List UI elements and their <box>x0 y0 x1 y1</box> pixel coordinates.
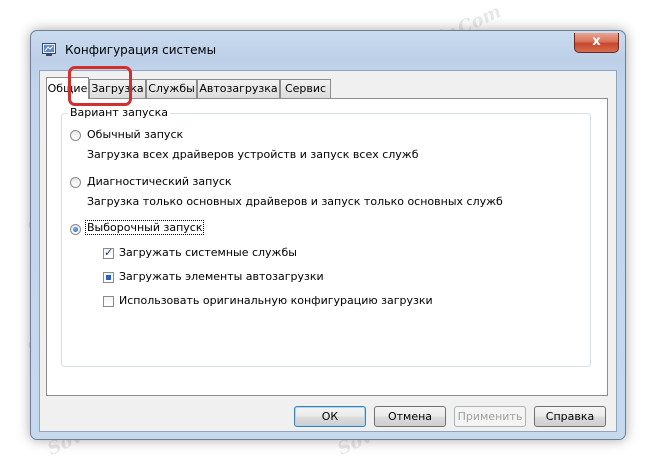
close-icon: x <box>592 34 601 49</box>
diagnostic-startup-radio[interactable] <box>70 177 81 188</box>
ok-button[interactable]: ОК <box>294 406 366 427</box>
group-title: Вариант запуска <box>68 106 170 119</box>
msconfig-app-icon <box>42 43 56 56</box>
general-tab-panel: Вариант запуска Обычный запуск Загрузка … <box>46 98 608 396</box>
boot-tab-highlight <box>68 66 132 106</box>
apply-button[interactable]: Применить <box>454 406 526 427</box>
cancel-button[interactable]: Отмена <box>374 406 446 427</box>
window-title: Конфигурация системы <box>65 43 217 57</box>
load-system-services-label[interactable]: Загружать системные службы <box>119 246 297 259</box>
load-startup-items-label[interactable]: Загружать элементы автозагрузки <box>119 270 324 283</box>
close-button[interactable]: x <box>574 33 619 53</box>
title-bar[interactable]: Конфигурация системы x <box>31 31 625 61</box>
normal-startup-label[interactable]: Обычный запуск <box>87 128 183 141</box>
diagnostic-startup-label[interactable]: Диагностический запуск <box>87 175 232 188</box>
load-system-services-checkbox[interactable] <box>103 246 114 259</box>
dialog-client-area: Общие Загрузка Службы Автозагрузка Серви… <box>39 70 617 432</box>
tab-startup[interactable]: Автозагрузка <box>197 79 280 98</box>
selective-startup-radio[interactable] <box>70 224 81 235</box>
normal-startup-radio[interactable] <box>70 130 81 141</box>
selective-startup-label[interactable]: Выборочный запуск <box>84 220 205 235</box>
diagnostic-startup-description: Загрузка только основных драйверов и зап… <box>87 195 503 208</box>
load-startup-items-checkbox[interactable] <box>103 272 114 283</box>
normal-startup-description: Загрузка всех драйверов устройств и запу… <box>87 148 419 161</box>
use-original-boot-config-label[interactable]: Использовать оригинальную конфигурацию з… <box>119 294 433 307</box>
help-button[interactable]: Справка <box>534 406 606 427</box>
use-original-boot-config-checkbox[interactable] <box>103 296 114 307</box>
tab-services[interactable]: Службы <box>146 79 197 98</box>
startup-selection-group: Вариант запуска Обычный запуск Загрузка … <box>61 106 591 367</box>
tab-tools[interactable]: Сервис <box>280 79 331 98</box>
